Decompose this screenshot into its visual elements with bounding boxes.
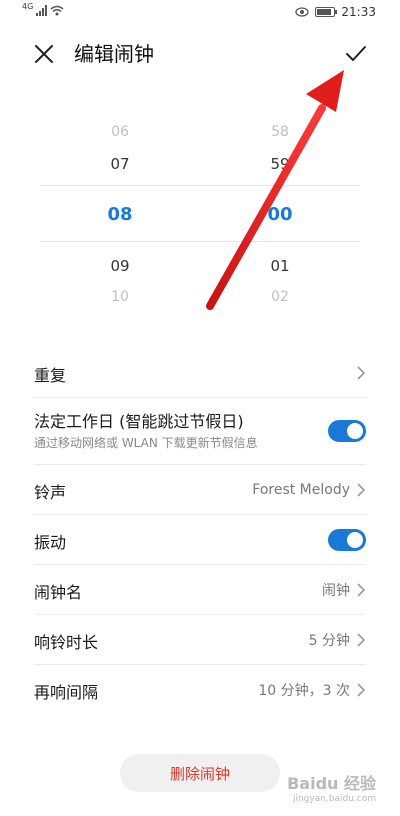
- check-icon: [346, 46, 366, 61]
- watermark: Baidu 经验 jingyan.baidu.com: [287, 770, 376, 804]
- status-bar: 4G 21:33: [0, 0, 400, 26]
- minute-option[interactable]: 59: [240, 155, 320, 173]
- chevron-right-icon: [357, 632, 366, 647]
- ringtone-row[interactable]: 铃声 Forest Melody: [34, 465, 366, 515]
- close-button[interactable]: [30, 40, 58, 68]
- vibration-label: 振动: [34, 533, 67, 552]
- hour-option[interactable]: 09: [80, 257, 160, 275]
- hour-option[interactable]: 06: [80, 124, 160, 140]
- eye-icon: [295, 7, 310, 17]
- chevron-right-icon: [357, 482, 366, 497]
- vibration-toggle[interactable]: [328, 528, 366, 551]
- workday-sub: 通过移动网络或 WLAN 下载更新节假信息: [34, 436, 258, 450]
- picker-divider-top: [40, 185, 360, 186]
- chevron-right-icon: [357, 365, 366, 380]
- alarm-name-row[interactable]: 闹钟名 闹钟: [34, 565, 366, 615]
- chevron-right-icon: [357, 582, 366, 597]
- repeat-label: 重复: [34, 366, 67, 385]
- workday-toggle[interactable]: [328, 420, 366, 442]
- snooze-interval-label: 再响间隔: [34, 683, 99, 702]
- ring-duration-row[interactable]: 响铃时长 5 分钟: [34, 615, 366, 665]
- hour-option[interactable]: 10: [80, 289, 160, 305]
- page-title: 编辑闹钟: [74, 42, 154, 66]
- vibration-row: 振动: [34, 515, 366, 565]
- workday-label: 法定工作日 (智能跳过节假日): [34, 412, 244, 431]
- watermark-main: Baidu 经验: [287, 774, 376, 793]
- settings-list: 重复 法定工作日 (智能跳过节假日) 通过移动网络或 WLAN 下载更新节假信息…: [34, 348, 366, 714]
- workday-row: 法定工作日 (智能跳过节假日) 通过移动网络或 WLAN 下载更新节假信息: [34, 398, 366, 465]
- ringtone-value: Forest Melody: [252, 481, 350, 498]
- network-type-label: 4G: [22, 2, 34, 11]
- ring-duration-value: 5 分钟: [308, 632, 350, 649]
- repeat-row[interactable]: 重复: [34, 348, 366, 398]
- wifi-icon: [50, 5, 64, 16]
- minute-option[interactable]: 01: [240, 257, 320, 275]
- confirm-button[interactable]: [342, 40, 370, 68]
- minute-selected[interactable]: 00: [240, 204, 320, 225]
- status-time: 21:33: [341, 5, 376, 19]
- close-icon: [35, 45, 53, 63]
- ring-duration-label: 响铃时长: [34, 633, 99, 652]
- alarm-name-value: 闹钟: [322, 582, 350, 599]
- signal-icon: [36, 5, 48, 16]
- time-picker: 06 07 08 09 10 58 59 00 01 02: [0, 112, 400, 312]
- snooze-interval-value: 10 分钟，3 次: [258, 682, 350, 699]
- chevron-right-icon: [357, 682, 366, 697]
- minute-option[interactable]: 58: [240, 124, 320, 140]
- delete-alarm-button[interactable]: 删除闹钟: [120, 754, 280, 792]
- hour-option[interactable]: 07: [80, 155, 160, 173]
- header: 编辑闹钟: [0, 30, 400, 78]
- minute-option[interactable]: 02: [240, 289, 320, 305]
- battery-icon: [315, 7, 338, 17]
- alarm-name-label: 闹钟名: [34, 583, 83, 602]
- watermark-sub: jingyan.baidu.com: [292, 794, 376, 804]
- status-left: 4G: [22, 2, 64, 16]
- snooze-interval-row[interactable]: 再响间隔 10 分钟，3 次: [34, 665, 366, 714]
- hour-selected[interactable]: 08: [80, 204, 160, 225]
- status-right: 21:33: [295, 5, 376, 19]
- ringtone-label: 铃声: [34, 483, 67, 502]
- picker-divider-bottom: [40, 241, 360, 242]
